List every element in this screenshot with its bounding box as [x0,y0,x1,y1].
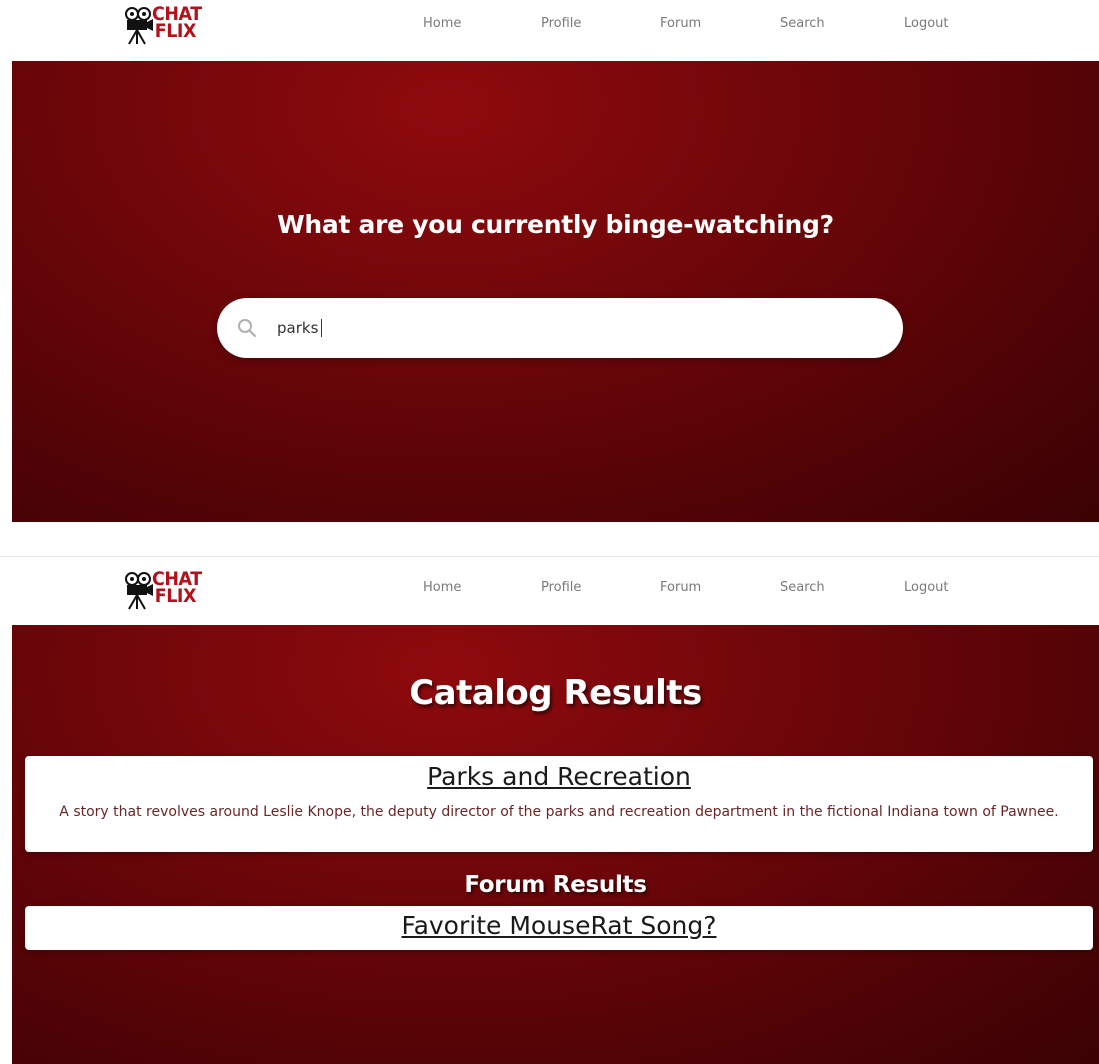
nav-home[interactable]: Home [423,16,461,31]
logo-line-2: FLIX [154,20,197,42]
nav-logout[interactable]: Logout [904,16,949,31]
logo-wordmark: CHAT FLIX [152,5,202,42]
chatflix-logo[interactable]: CHAT FLIX [124,570,214,611]
catalog-result-title-link[interactable]: Parks and Recreation [25,762,1093,791]
navbar: CHAT FLIX Home Profile Forum Search Logo… [0,0,1099,61]
nav-logout[interactable]: Logout [904,580,949,595]
nav-search[interactable]: Search [780,580,825,595]
results-hero: Catalog Results Parks and Recreation A s… [12,625,1099,1064]
film-camera-icon [125,572,153,610]
search-input[interactable] [277,314,877,342]
forum-results-heading: Forum Results [464,872,647,898]
nav-forum[interactable]: Forum [660,580,701,595]
nav-profile[interactable]: Profile [541,580,581,595]
nav-profile[interactable]: Profile [541,16,581,31]
catalog-result-card: Parks and Recreation A story that revolv… [25,756,1093,852]
search-heading: What are you currently binge-watching? [277,210,834,239]
nav-forum[interactable]: Forum [660,16,701,31]
forum-result-card: Favorite MouseRat Song? [25,906,1093,950]
catalog-result-description: A story that revolves around Leslie Knop… [59,804,1059,820]
search-hero: What are you currently binge-watching? [12,61,1099,522]
catalog-results-heading: Catalog Results [409,673,702,713]
search-icon [238,319,257,338]
forum-result-title-link[interactable]: Favorite MouseRat Song? [25,911,1093,940]
results-page-screenshot: CHAT FLIX Home Profile Forum Search Logo… [0,556,1099,1064]
navbar: CHAT FLIX Home Profile Forum Search Logo… [0,557,1099,625]
search-bar[interactable] [217,298,903,358]
search-page-screenshot: CHAT FLIX Home Profile Forum Search Logo… [0,0,1099,522]
text-caret [321,319,322,337]
logo-wordmark: CHAT FLIX [152,570,202,607]
logo-line-2: FLIX [154,585,197,607]
film-camera-icon [125,7,153,45]
chatflix-logo[interactable]: CHAT FLIX [124,5,214,46]
nav-search[interactable]: Search [780,16,825,31]
nav-home[interactable]: Home [423,580,461,595]
